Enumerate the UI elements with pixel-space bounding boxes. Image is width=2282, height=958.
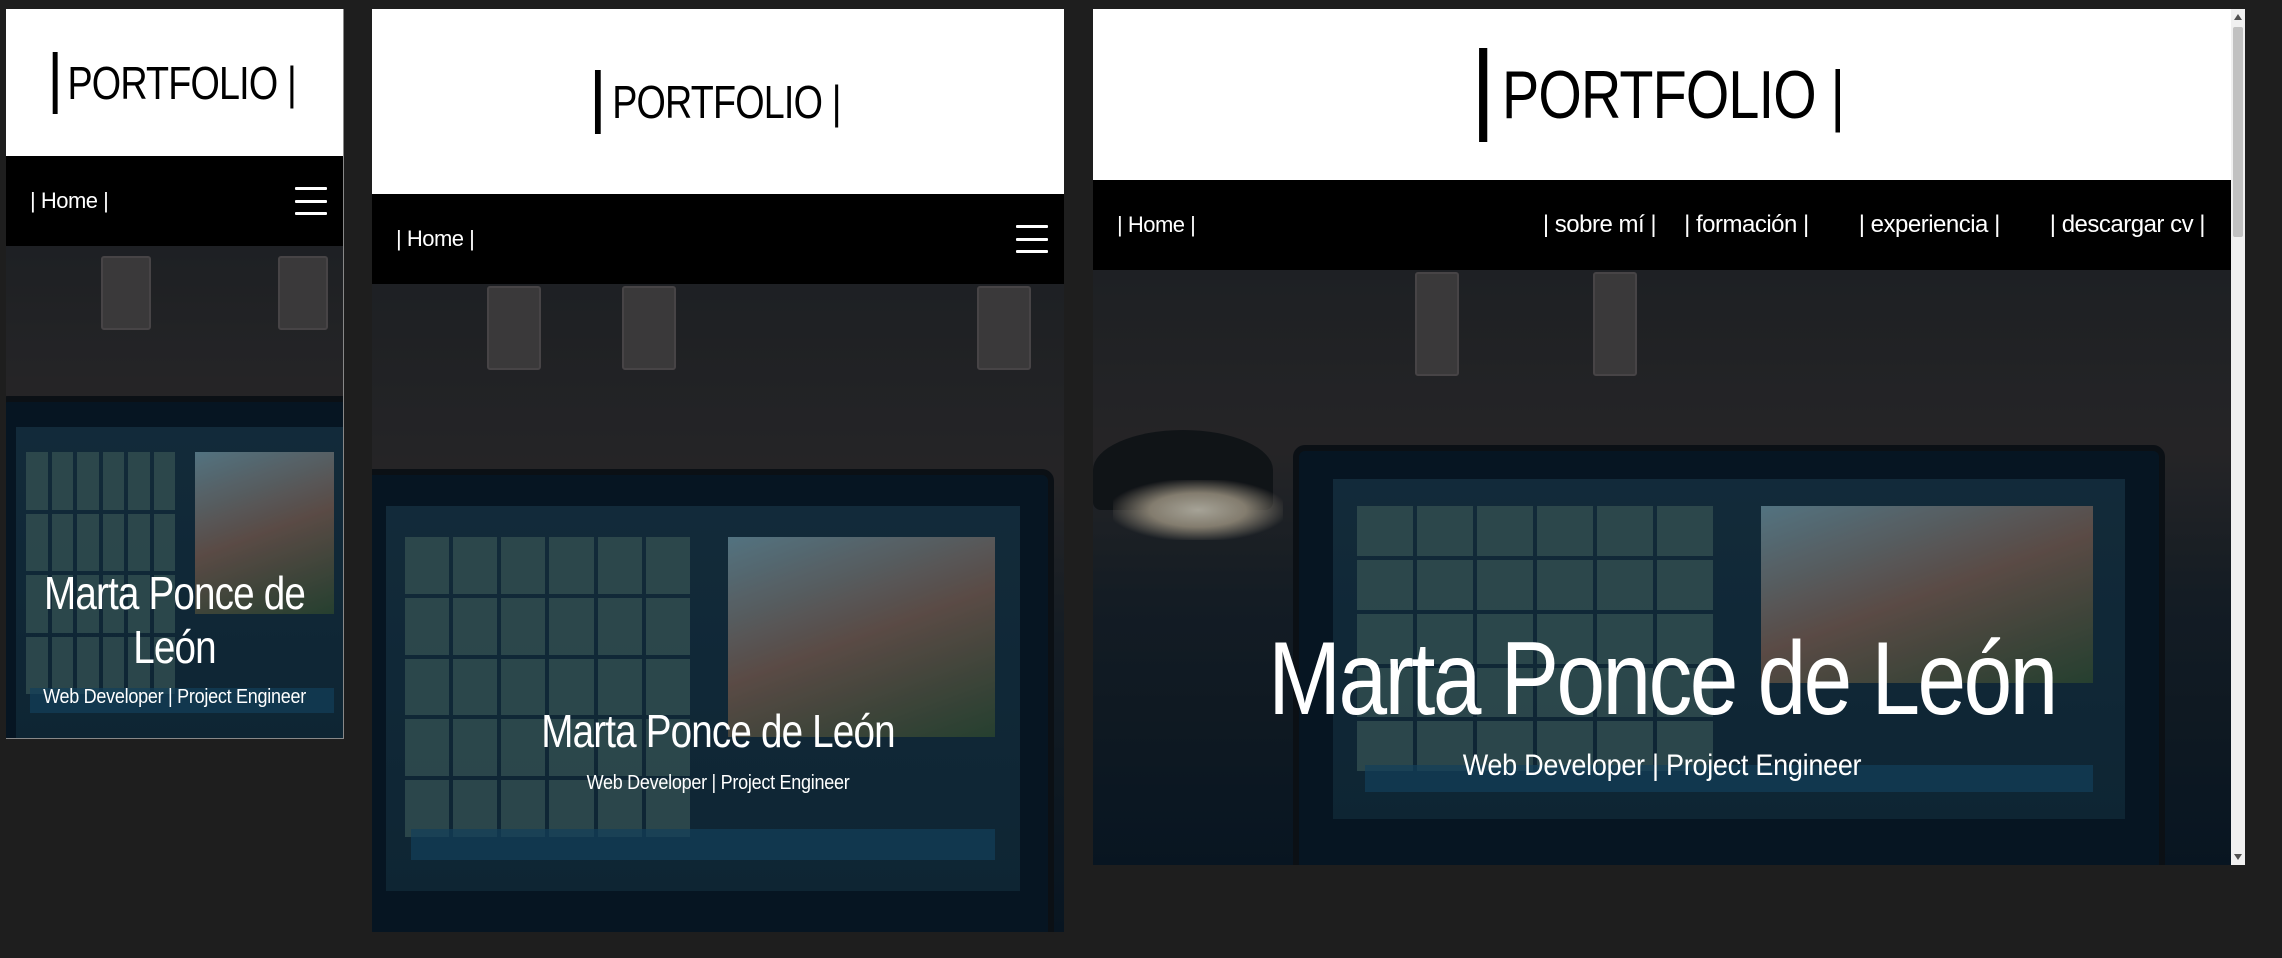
logo-text: PORTFOLIO |	[67, 56, 297, 109]
hero-section: Marta Ponce de León Web Developer | Proj…	[1093, 270, 2231, 865]
vertical-bar-icon	[1479, 47, 1488, 142]
nav-home-link[interactable]: | Home |	[30, 188, 109, 214]
nav-home-link[interactable]: | Home |	[396, 226, 475, 252]
hero-role: Web Developer | Project Engineer	[586, 772, 850, 794]
scroll-down-icon[interactable]	[2234, 854, 2242, 860]
hero-role: Web Developer | Project Engineer	[1462, 749, 1862, 782]
viewport-tablet: PORTFOLIO | | Home | Marta Ponce de León…	[372, 9, 1064, 932]
hero-name: Marta Ponce de León	[43, 567, 306, 673]
hamburger-menu-icon[interactable]	[295, 187, 327, 215]
vertical-scrollbar[interactable]	[2231, 9, 2245, 865]
viewport-desktop: PORTFOLIO | | Home | | sobre mí | | form…	[1093, 9, 2245, 865]
hero-role: Web Developer | Project Engineer	[43, 686, 306, 708]
scroll-up-icon[interactable]	[2234, 14, 2242, 20]
hero-section: Marta Ponce de León Web Developer | Proj…	[6, 246, 343, 738]
vertical-bar-icon	[52, 51, 58, 114]
hero-section: Marta Ponce de León Web Developer | Proj…	[372, 284, 1064, 932]
hero-text: Marta Ponce de León Web Developer | Proj…	[372, 704, 1064, 795]
nav-link-descargar-cv[interactable]: | descargar cv |	[2050, 211, 2206, 239]
site-header: PORTFOLIO |	[1093, 9, 2231, 180]
site-logo[interactable]: PORTFOLIO |	[595, 69, 842, 134]
navbar: | Home |	[6, 156, 343, 246]
site-logo[interactable]: PORTFOLIO |	[1479, 47, 1845, 142]
nav-links: | sobre mí | | formación | | experiencia…	[1515, 180, 2206, 270]
vertical-bar-icon	[595, 69, 601, 134]
navbar: | Home | | sobre mí | | formación | | ex…	[1093, 180, 2231, 270]
scrollbar-thumb[interactable]	[2233, 27, 2243, 237]
hero-text: Marta Ponce de León Web Developer | Proj…	[1093, 620, 2231, 783]
viewport-mobile: PORTFOLIO | | Home | Marta Ponce de León…	[6, 9, 344, 739]
hero-text: Marta Ponce de León Web Developer | Proj…	[6, 566, 343, 709]
site-header: PORTFOLIO |	[372, 9, 1064, 194]
hamburger-menu-icon[interactable]	[1016, 225, 1048, 253]
navbar: | Home |	[372, 194, 1064, 284]
nav-home-link[interactable]: | Home |	[1117, 212, 1196, 238]
site-header: PORTFOLIO |	[6, 9, 343, 156]
nav-link-formacion[interactable]: | formación |	[1684, 211, 1809, 239]
site-logo[interactable]: PORTFOLIO |	[52, 51, 297, 114]
logo-text: PORTFOLIO |	[1502, 56, 1845, 133]
nav-link-sobre-mi[interactable]: | sobre mí |	[1543, 211, 1657, 239]
nav-link-experiencia[interactable]: | experiencia |	[1859, 211, 2001, 239]
hero-name: Marta Ponce de León	[1268, 621, 2058, 737]
logo-text: PORTFOLIO |	[612, 75, 841, 128]
hero-name: Marta Ponce de León	[541, 705, 895, 757]
